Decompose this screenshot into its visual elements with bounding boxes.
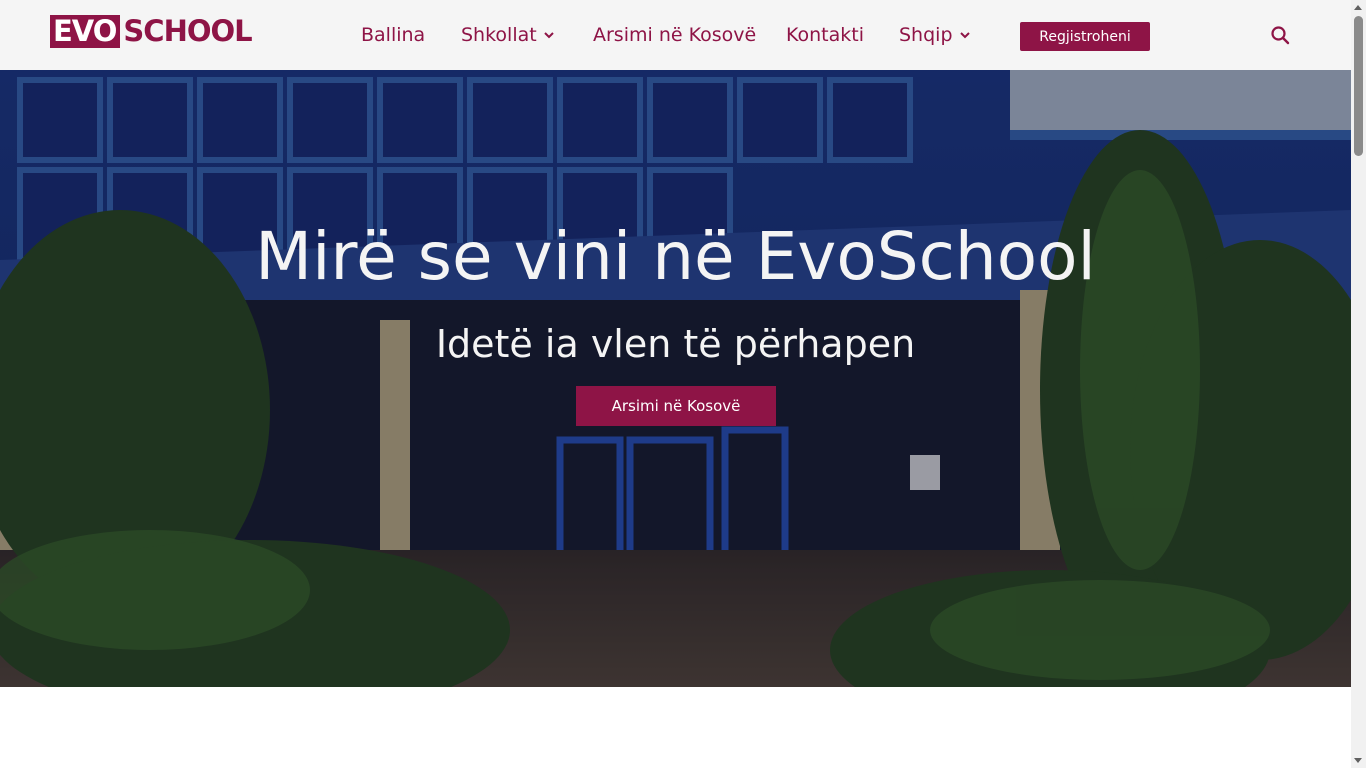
- nav-item-ballina[interactable]: Ballina: [361, 22, 425, 48]
- nav-label: Shkollat: [461, 24, 537, 46]
- scroll-thumb[interactable]: [1354, 16, 1363, 156]
- chevron-down-icon: [959, 32, 970, 39]
- nav-label: Kontakti: [786, 24, 865, 46]
- search-icon[interactable]: [1270, 25, 1290, 45]
- register-button[interactable]: Regjistroheni: [1020, 22, 1150, 51]
- logo-evo-part: EVO: [50, 14, 121, 48]
- nav-label: Ballina: [361, 24, 426, 46]
- scroll-down-arrow-icon[interactable]: [1354, 758, 1362, 763]
- nav-item-arsimi[interactable]: Arsimi në Kosovë: [593, 22, 756, 48]
- logo-school-part: SCHOOL: [123, 13, 252, 48]
- hero-cta-button[interactable]: Arsimi në Kosovë: [576, 386, 776, 426]
- scroll-up-arrow-icon[interactable]: [1354, 5, 1362, 10]
- hero-section: Mirë se vini në EvoSchool Idetë ia vlen …: [0, 70, 1351, 687]
- chevron-down-icon: [543, 32, 554, 39]
- hero-title: Mirë se vini në EvoSchool: [255, 218, 1096, 295]
- vertical-scrollbar[interactable]: [1351, 0, 1366, 768]
- hero-subtitle: Idetë ia vlen të përhapen: [435, 322, 916, 366]
- nav-item-language[interactable]: Shqip: [899, 22, 971, 48]
- site-header: EVO SCHOOL Ballina Shkollat Arsimi në Ko…: [0, 0, 1351, 70]
- nav-item-shkollat[interactable]: Shkollat: [461, 22, 555, 48]
- nav-label: Shqip: [899, 24, 953, 46]
- page: EVO SCHOOL Ballina Shkollat Arsimi në Ko…: [0, 0, 1366, 768]
- evoschool-logo[interactable]: EVO SCHOOL: [50, 13, 253, 48]
- nav-label: Arsimi në Kosovë: [593, 24, 757, 46]
- nav-item-kontakti[interactable]: Kontakti: [786, 22, 864, 48]
- hero-overlay: [0, 70, 1351, 687]
